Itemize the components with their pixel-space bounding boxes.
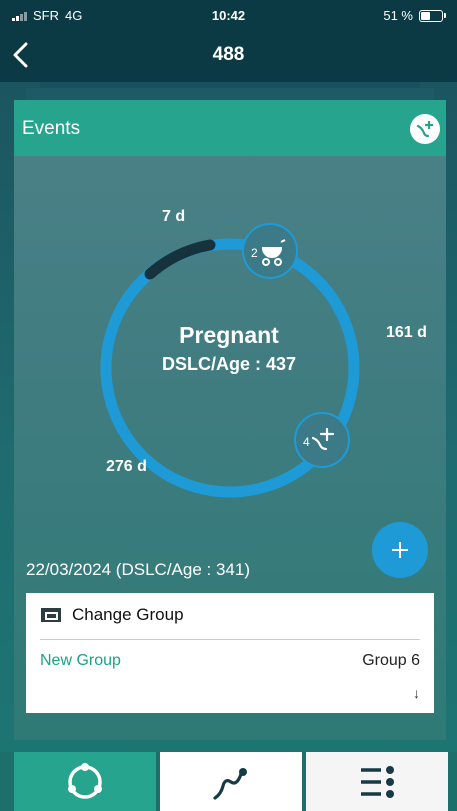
event-count: 4 bbox=[303, 435, 310, 449]
tab-cycle[interactable] bbox=[14, 752, 156, 811]
events-card: Events 2 4 7 d 161 d 276 d Pregnant DSLC… bbox=[14, 100, 446, 740]
event-count: 2 bbox=[251, 246, 258, 260]
cycle-icon bbox=[68, 762, 102, 799]
curve-chart-icon bbox=[213, 767, 247, 800]
change-group-title: Change Group bbox=[72, 605, 184, 624]
divider bbox=[40, 639, 420, 640]
battery-fill bbox=[421, 11, 430, 20]
event-date: 22/03/2024 (DSLC/Age : 341) bbox=[26, 560, 250, 579]
add-event-button[interactable] bbox=[410, 114, 440, 144]
cycle-day-label: 7 d bbox=[162, 208, 186, 225]
add-event-icon bbox=[416, 121, 433, 138]
group-panel: Change Group New Group Group 6 ↓ bbox=[26, 593, 434, 713]
tab-list[interactable] bbox=[306, 752, 448, 811]
nav-bar: 488 bbox=[0, 32, 457, 82]
group-icon bbox=[41, 608, 61, 622]
content-area: Events 2 4 7 d 161 d 276 d Pregnant DSLC… bbox=[0, 82, 457, 752]
new-group-label: New Group bbox=[40, 652, 121, 669]
events-header: Events bbox=[14, 100, 446, 156]
cycle-day-label: 161 d bbox=[386, 324, 427, 341]
battery-info: 51 % bbox=[383, 8, 446, 23]
arrow-down-icon[interactable]: ↓ bbox=[413, 685, 420, 701]
change-group-header[interactable]: Change Group bbox=[40, 605, 184, 625]
add-button[interactable] bbox=[372, 522, 428, 578]
list-icon bbox=[361, 765, 394, 798]
cycle-progress-arc bbox=[144, 239, 216, 280]
events-title: Events bbox=[22, 118, 81, 139]
event-marker-birth[interactable]: 2 bbox=[242, 223, 298, 279]
event-marker-insemination[interactable]: 4 bbox=[294, 412, 350, 468]
battery-icon bbox=[419, 9, 446, 22]
page-title: 488 bbox=[212, 44, 245, 65]
status-bar: SFR 4G 10:42 51 % bbox=[0, 0, 457, 32]
bottom-tab-bar bbox=[0, 752, 457, 811]
dslc-age: DSLC/Age : 437 bbox=[161, 354, 297, 374]
battery-percent: 51 % bbox=[383, 8, 413, 23]
tab-curve[interactable] bbox=[160, 752, 302, 811]
group-select[interactable]: Group 6 bbox=[362, 652, 420, 670]
cycle-day-label: 276 d bbox=[106, 458, 147, 475]
pregnancy-status: Pregnant bbox=[179, 322, 279, 348]
